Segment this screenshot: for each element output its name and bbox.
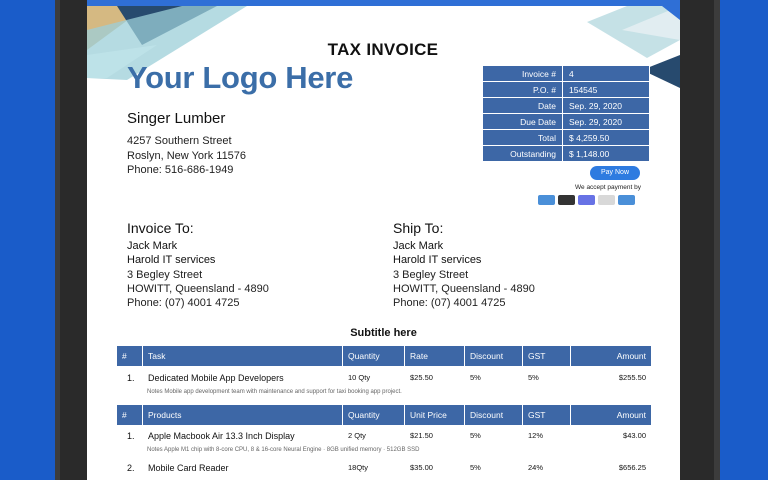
ship-to-line: HOWITT, Queensland - 4890 [393,283,535,295]
upi-icon [598,195,615,205]
stripe-icon [538,195,555,205]
column-header: GST [523,346,571,366]
product-name: Apple Macbook Air 13.3 Inch Display [148,431,295,441]
task-name: Dedicated Mobile App Developers [148,373,284,383]
column-header: Rate [405,346,465,366]
seller-address-line: Roslyn, New York 11576 [127,150,247,162]
quantity: 18Qty [348,463,369,472]
meta-row-po-number: P.O. # 154545 [482,81,650,98]
visa-icon [618,195,635,205]
column-header: Quantity [343,405,405,425]
column-header: Amount [571,405,651,425]
meta-label: Date [482,97,563,114]
discount: 5% [470,431,481,440]
ship-to-line: Harold IT services [393,254,482,266]
invoice-to-line: HOWITT, Queensland - 4890 [127,283,269,295]
unit-price: $35.00 [410,463,433,472]
gst: 5% [528,373,539,382]
seller-name: Singer Lumber [127,110,226,127]
invoice-meta-table: Invoice # 4 P.O. # 154545 Date Sep. 29, … [482,65,650,162]
seller-address-line: 4257 Southern Street [127,135,232,147]
meta-value: 4 [562,65,650,82]
square-icon [558,195,575,205]
invoice-to-line: 3 Begley Street [127,269,203,281]
row-number: 1. [127,431,135,441]
invoice-to-line: Jack Mark [127,240,178,252]
invoice-to-line: Harold IT services [127,254,216,266]
ship-to-line: Jack Mark [393,240,444,252]
row-number: 1. [127,373,135,383]
meta-row-total: Total $ 4,259.50 [482,129,650,146]
meta-label: Invoice # [482,65,563,82]
accepted-payments-text: We accept payment by [575,184,641,191]
payment-methods [538,195,635,205]
device-frame-left-edge [55,0,60,480]
gst: 24% [528,463,544,472]
column-header: Discount [465,405,523,425]
meta-row-outstanding: Outstanding $ 1,148.00 [482,145,650,162]
seller-phone: Phone: 516-686-1949 [127,164,234,176]
column-header: Products [143,405,343,425]
row-note: Notes Apple M1 chip with 8-core CPU, 8 &… [147,447,420,453]
meta-row-due-date: Due Date Sep. 29, 2020 [482,113,650,130]
invoice-title: TAX INVOICE [327,40,439,59]
logo-placeholder: Your Logo Here [127,60,354,95]
column-header: # [117,405,143,425]
row-note: Notes Mobile app development team with m… [147,389,402,395]
discount: 5% [470,373,481,382]
row-number: 2. [127,463,135,473]
invoice-to-line: Phone: (07) 4001 4725 [127,297,240,309]
meta-label: P.O. # [482,81,563,98]
products-table-header: # Products Quantity Unit Price Discount … [117,405,651,425]
invoice-subtitle: Subtitle here [350,327,417,339]
column-header: Task [143,346,343,366]
column-header: GST [523,405,571,425]
column-header: # [117,346,143,366]
table-row: 1. Apple Macbook Air 13.3 Inch Display 2… [117,428,651,444]
stripe-icon [578,195,595,205]
ship-to-heading: Ship To: [393,220,444,236]
column-header: Quantity [343,346,405,366]
pay-now-button[interactable]: Pay Now [590,166,640,180]
column-header: Discount [465,346,523,366]
meta-value: Sep. 29, 2020 [562,97,650,114]
table-row: 2. Mobile Card Reader 18Qty $35.00 5% 24… [117,460,651,476]
meta-value: 154545 [562,81,650,98]
meta-value: Sep. 29, 2020 [562,113,650,130]
meta-label: Outstanding [482,145,563,162]
meta-label: Total [482,129,563,146]
gst: 12% [528,431,544,440]
meta-label: Due Date [482,113,563,130]
invoice-to-heading: Invoice To: [127,220,194,236]
rate: $25.50 [410,373,433,382]
column-header: Unit Price [405,405,465,425]
device-frame-left [55,0,89,480]
meta-value: $ 4,259.50 [562,129,650,146]
product-name: Mobile Card Reader [148,463,229,473]
amount: $656.25 [618,463,646,472]
amount: $43.00 [623,431,646,440]
tasks-table-header: # Task Quantity Rate Discount GST Amount [117,346,651,366]
quantity: 10 Qty [348,373,371,382]
ship-to-line: Phone: (07) 4001 4725 [393,297,506,309]
meta-row-date: Date Sep. 29, 2020 [482,97,650,114]
invoice-page: TAX INVOICE Your Logo Here Singer Lumber… [87,0,680,480]
device-frame-right-edge [714,0,720,480]
meta-row-invoice-number: Invoice # 4 [482,65,650,82]
discount: 5% [470,463,481,472]
amount: $255.50 [618,373,646,382]
quantity: 2 Qty [348,431,366,440]
unit-price: $21.50 [410,431,433,440]
table-row: 1. Dedicated Mobile App Developers 10 Qt… [117,370,651,386]
meta-value: $ 1,148.00 [562,145,650,162]
column-header: Amount [571,346,651,366]
ship-to-line: 3 Begley Street [393,269,469,281]
